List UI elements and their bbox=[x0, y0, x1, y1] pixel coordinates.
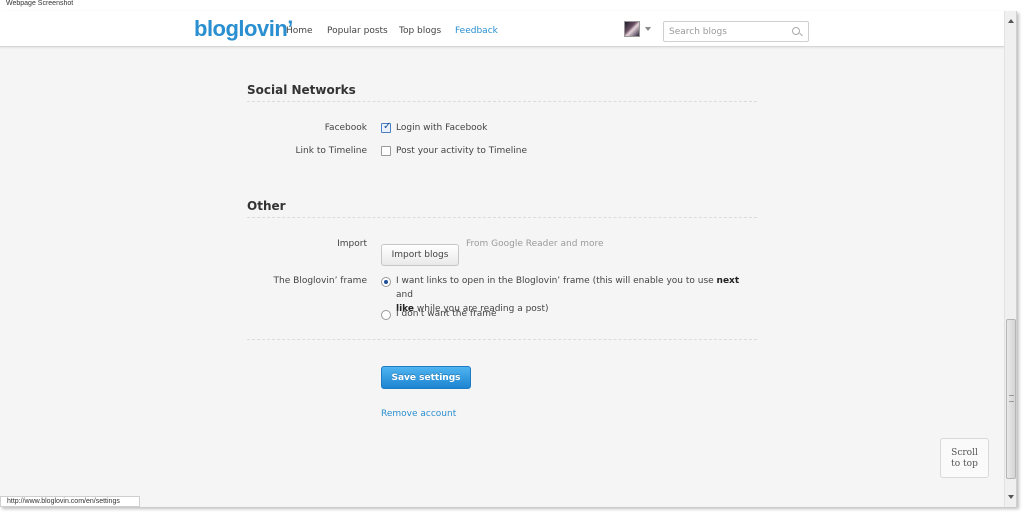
scroll-up-arrow-icon[interactable] bbox=[1008, 19, 1014, 23]
frame-radio-enable[interactable] bbox=[381, 277, 391, 287]
nav-feedback[interactable]: Feedback bbox=[455, 26, 498, 36]
timeline-label: Link to Timeline bbox=[295, 146, 367, 156]
facebook-label: Facebook bbox=[324, 123, 367, 133]
timeline-checkbox[interactable] bbox=[381, 146, 391, 156]
scrollbar-thumb[interactable] bbox=[1006, 319, 1016, 479]
frame-radio-disable[interactable] bbox=[381, 310, 391, 320]
scroll-to-top-line: to top bbox=[951, 459, 978, 469]
facebook-checkbox[interactable] bbox=[381, 121, 391, 133]
import-note: From Google Reader and more bbox=[466, 239, 604, 249]
avatar[interactable] bbox=[624, 21, 640, 37]
search-box[interactable] bbox=[663, 21, 809, 42]
nav-top-blogs[interactable]: Top blogs bbox=[399, 26, 441, 36]
search-icon[interactable] bbox=[792, 27, 800, 35]
frame-label: The Bloglovin’ frame bbox=[273, 276, 367, 286]
import-label: Import bbox=[337, 239, 367, 249]
scroll-to-top-button[interactable]: Scroll to top bbox=[940, 438, 989, 478]
search-input[interactable] bbox=[664, 22, 782, 41]
settings-content: Social Networks Facebook Login with Face… bbox=[0, 11, 1004, 507]
remove-account-link[interactable]: Remove account bbox=[381, 409, 456, 419]
status-bar-url: http://www.bloglovin.com/en/settings bbox=[0, 496, 140, 507]
divider bbox=[247, 339, 757, 340]
frame-option-next: next bbox=[716, 276, 740, 286]
social-networks-title: Social Networks bbox=[247, 83, 356, 97]
chevron-down-icon[interactable] bbox=[645, 27, 651, 31]
window-caption: Webpage Screenshot bbox=[6, 0, 74, 7]
nav-popular-posts[interactable]: Popular posts bbox=[327, 26, 388, 36]
scroll-to-top-line: Scroll bbox=[951, 448, 978, 458]
vertical-scrollbar[interactable] bbox=[1004, 11, 1016, 507]
top-navigation-bar: bloglovin’ Home Popular posts Top blogs … bbox=[0, 11, 1004, 47]
browser-viewport: Social Networks Facebook Login with Face… bbox=[0, 11, 1017, 507]
facebook-option-text[interactable]: Login with Facebook bbox=[396, 123, 487, 133]
bloglovin-logo[interactable]: bloglovin’ bbox=[194, 16, 293, 42]
save-settings-button[interactable]: Save settings bbox=[381, 366, 471, 389]
frame-option-text-part: I want links to open in the Bloglovin’ f… bbox=[396, 276, 717, 286]
frame-option-text-part: and bbox=[396, 290, 413, 300]
frame-option-disable-text[interactable]: I don't want the frame bbox=[396, 307, 497, 321]
grip-icon bbox=[1009, 395, 1014, 402]
timeline-option-text[interactable]: Post your activity to Timeline bbox=[396, 146, 527, 156]
import-blogs-button[interactable]: Import blogs bbox=[381, 244, 459, 266]
scroll-down-arrow-icon[interactable] bbox=[1008, 495, 1014, 499]
nav-home[interactable]: Home bbox=[286, 26, 313, 36]
other-title: Other bbox=[247, 199, 286, 213]
divider bbox=[247, 217, 757, 218]
divider bbox=[247, 101, 757, 102]
